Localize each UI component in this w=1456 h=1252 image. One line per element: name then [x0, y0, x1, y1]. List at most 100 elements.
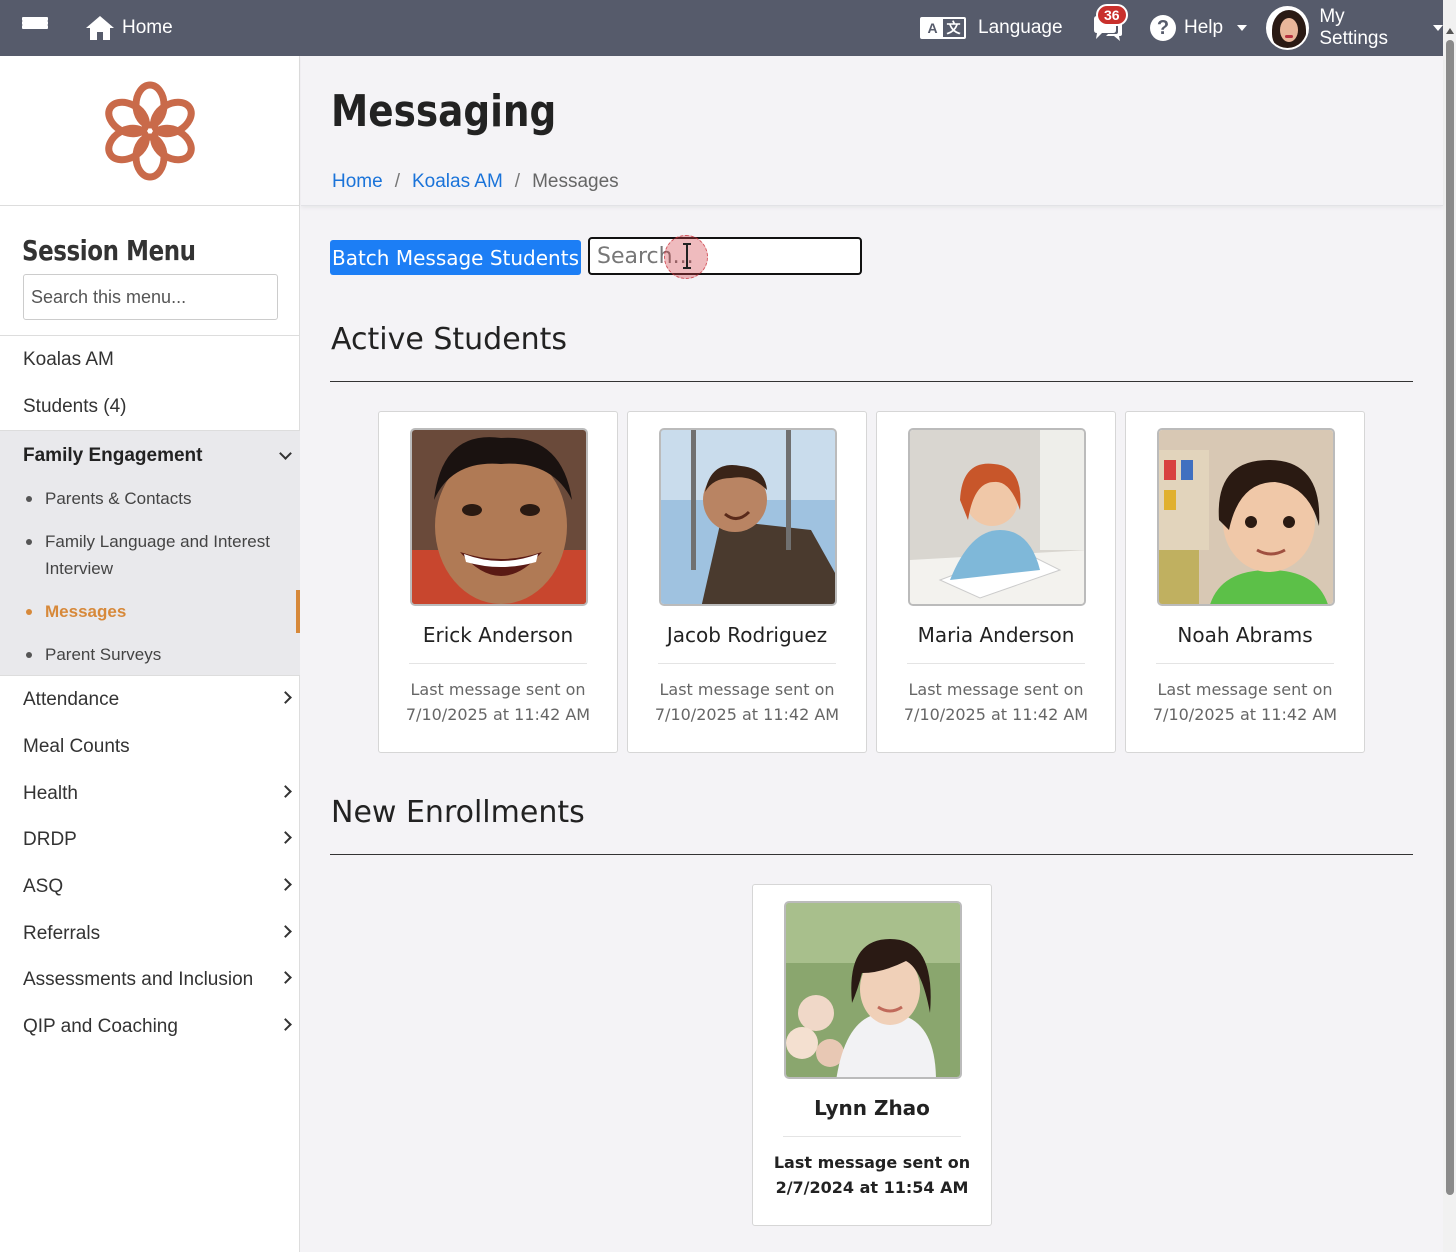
- sidebar-item-label: Health: [23, 782, 78, 804]
- notification-badge: 36: [1096, 4, 1128, 26]
- student-name: Erick Anderson: [422, 623, 574, 647]
- student-photo: [784, 901, 962, 1079]
- breadcrumb-home-link[interactable]: Home: [332, 171, 383, 193]
- last-sent-label: Last message sent on: [1157, 680, 1333, 699]
- last-sent-date: 2/7/2024 at 11:54 AM: [775, 1178, 969, 1197]
- student-card[interactable]: Noah Abrams Last message sent on 7/10/20…: [1125, 411, 1365, 753]
- sidebar-item-label: Students (4): [23, 395, 127, 417]
- section-divider: [330, 854, 1413, 855]
- sidebar-item-health[interactable]: Health: [0, 770, 300, 817]
- sidebar-item-drdp[interactable]: DRDP: [0, 816, 300, 863]
- sidebar-item-attendance[interactable]: Attendance: [0, 676, 300, 723]
- scroll-thumb[interactable]: [1446, 40, 1454, 1195]
- student-card[interactable]: Jacob Rodriguez Last message sent on 7/1…: [627, 411, 867, 753]
- language-menu[interactable]: A文 Language: [920, 0, 1063, 56]
- home-link[interactable]: Home: [84, 0, 173, 56]
- menu-toggle-button[interactable]: [22, 0, 50, 56]
- sidebar-item-label: Meal Counts: [23, 735, 130, 757]
- chevron-right-icon: [279, 691, 292, 704]
- chevron-right-icon: [279, 925, 292, 938]
- page-scrollbar[interactable]: [1443, 0, 1456, 1252]
- breadcrumb-separator: /: [514, 171, 521, 192]
- caret-down-icon: [1237, 25, 1248, 31]
- chevron-right-icon: [279, 831, 292, 844]
- student-photo: [659, 428, 837, 606]
- card-divider: [409, 663, 587, 664]
- chevron-right-icon: [279, 785, 292, 798]
- active-indicator: [296, 590, 300, 633]
- sidebar-item-label: Attendance: [23, 688, 120, 710]
- user-avatar: [1266, 6, 1310, 50]
- help-label: Help: [1184, 17, 1224, 38]
- card-divider: [783, 1136, 961, 1137]
- active-students-title: Active Students: [331, 322, 568, 357]
- chevron-right-icon: [279, 878, 292, 891]
- sidebar-item-label: Koalas AM: [23, 348, 114, 370]
- last-sent-date: 7/10/2025 at 11:42 AM: [903, 705, 1089, 724]
- family-engagement-group: Family Engagement Parents & Contacts Fam…: [0, 430, 300, 676]
- sidebar-item-label: Assessments and Inclusion: [23, 968, 254, 990]
- chevron-right-icon: [279, 1018, 292, 1031]
- sidebar-item-family-engagement[interactable]: Family Engagement: [23, 445, 203, 467]
- sidebar-item-referrals[interactable]: Referrals: [0, 910, 300, 957]
- home-link-label: Home: [122, 17, 173, 38]
- sidebar-item-qip[interactable]: QIP and Coaching: [0, 1003, 300, 1050]
- breadcrumb-current: Messages: [532, 171, 619, 192]
- last-sent-label: Last message sent on: [659, 680, 835, 699]
- breadcrumb: Home / Koalas AM / Messages: [332, 171, 619, 193]
- chevron-right-icon: [279, 971, 292, 984]
- last-sent-label: Last message sent on: [410, 680, 586, 699]
- last-sent-date: 7/10/2025 at 11:42 AM: [1152, 705, 1338, 724]
- student-name: Maria Anderson: [917, 623, 1075, 647]
- sidebar-subitem-interview[interactable]: Family Language and Interest Interview: [26, 528, 285, 582]
- breadcrumb-separator: /: [394, 171, 400, 192]
- settings-label: My Settings: [1319, 6, 1388, 49]
- page-header: Messaging Home / Koalas AM / Messages: [301, 56, 1443, 206]
- student-search-input[interactable]: Search...: [588, 237, 862, 275]
- student-photo: [908, 428, 1086, 606]
- last-sent-date: 7/10/2025 at 11:42 AM: [654, 705, 840, 724]
- scroll-up-arrow-icon[interactable]: [1446, 28, 1454, 34]
- help-icon: ?: [1150, 15, 1176, 41]
- text-cursor-icon: [683, 243, 691, 269]
- card-divider: [658, 663, 836, 664]
- card-divider: [907, 663, 1085, 664]
- menu-search-input[interactable]: Search this menu...: [23, 274, 278, 320]
- caret-down-icon: [1433, 25, 1443, 31]
- sidebar-item-koalas[interactable]: Koalas AM: [0, 336, 300, 383]
- sidebar-item-label: DRDP: [23, 828, 77, 850]
- logo-area: [0, 56, 299, 206]
- top-navbar: Home A文 Language 36 ? Help My Settings: [0, 0, 1443, 56]
- sidebar-item-assessments[interactable]: Assessments and Inclusion: [0, 956, 300, 1003]
- sidebar-item-label: ASQ: [23, 875, 64, 897]
- hamburger-icon: [22, 17, 48, 39]
- card-divider: [1156, 663, 1334, 664]
- student-name: Jacob Rodriguez: [666, 623, 828, 647]
- last-sent-label: Last message sent on: [773, 1153, 971, 1172]
- student-photo: [410, 428, 588, 606]
- chevron-down-icon[interactable]: [279, 447, 292, 460]
- sidebar-subitem-parents[interactable]: Parents & Contacts: [26, 485, 285, 512]
- last-sent-date: 7/10/2025 at 11:42 AM: [405, 705, 591, 724]
- student-card[interactable]: Maria Anderson Last message sent on 7/10…: [876, 411, 1116, 753]
- translate-icon: A文: [920, 17, 966, 39]
- sidebar-item-students[interactable]: Students (4): [0, 383, 300, 430]
- student-card[interactable]: Lynn Zhao Last message sent on 2/7/2024 …: [752, 884, 992, 1226]
- sidebar-subitem-messages[interactable]: Messages: [26, 598, 285, 625]
- sidebar-item-label: QIP and Coaching: [23, 1015, 178, 1037]
- last-sent-label: Last message sent on: [908, 680, 1084, 699]
- sidebar-item-meal-counts[interactable]: Meal Counts: [0, 723, 300, 770]
- sidebar-item-asq[interactable]: ASQ: [0, 863, 300, 910]
- main-content: Messaging Home / Koalas AM / Messages Ba…: [301, 56, 1443, 1252]
- session-sidebar: Session Menu Search this menu... Koalas …: [0, 56, 300, 1252]
- student-card[interactable]: Erick Anderson Last message sent on 7/10…: [378, 411, 618, 753]
- settings-menu[interactable]: My Settings: [1266, 0, 1443, 56]
- batch-message-button[interactable]: Batch Message Students: [330, 240, 581, 275]
- session-menu-title: Session Menu: [22, 234, 196, 267]
- help-menu[interactable]: ? Help: [1150, 0, 1248, 56]
- sidebar-item-label: Referrals: [23, 922, 101, 944]
- sidebar-subitem-surveys[interactable]: Parent Surveys: [26, 641, 285, 668]
- student-name: Lynn Zhao: [814, 1096, 930, 1120]
- student-photo: [1157, 428, 1335, 606]
- breadcrumb-class-link[interactable]: Koalas AM: [412, 171, 503, 193]
